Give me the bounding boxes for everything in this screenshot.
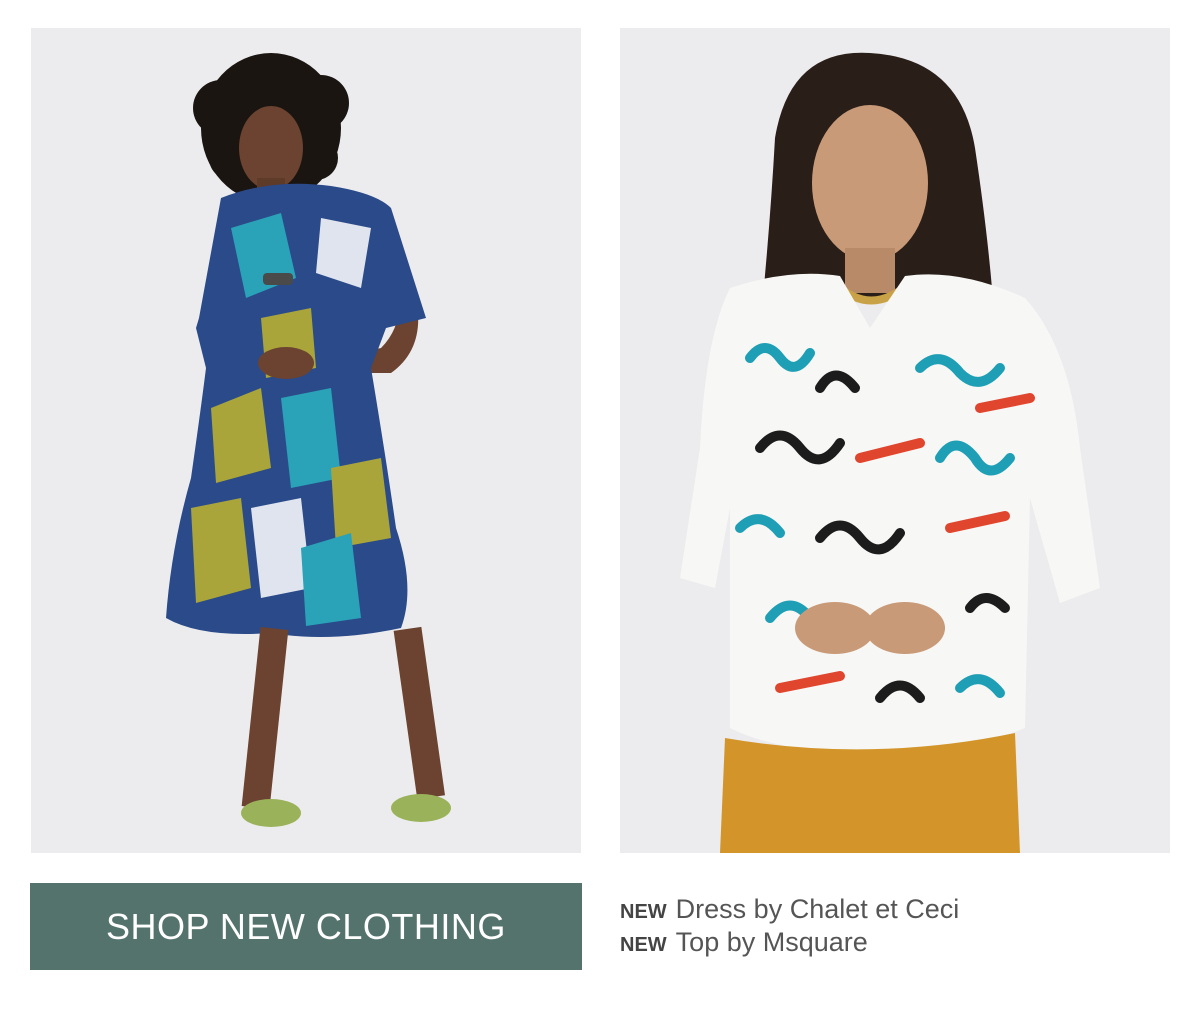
new-badge: NEW <box>620 934 667 956</box>
shop-new-clothing-button[interactable]: SHOP NEW CLOTHING <box>30 883 582 970</box>
product-image-top[interactable] <box>620 28 1170 853</box>
new-badge: NEW <box>620 901 667 923</box>
caption-text: Top by Msquare <box>675 927 868 957</box>
product-image-dress[interactable] <box>31 28 581 853</box>
caption-text: Dress by Chalet et Ceci <box>675 894 960 924</box>
caption-dress[interactable]: NEW Dress by Chalet et Ceci <box>620 894 1180 927</box>
promo-module: SHOP NEW CLOTHING NEW Dress by Chalet et… <box>0 0 1200 1018</box>
dress-illustration <box>31 28 581 853</box>
top-illustration <box>620 28 1170 853</box>
product-captions: NEW Dress by Chalet et Ceci NEW Top by M… <box>620 894 1180 960</box>
caption-top[interactable]: NEW Top by Msquare <box>620 927 1180 960</box>
